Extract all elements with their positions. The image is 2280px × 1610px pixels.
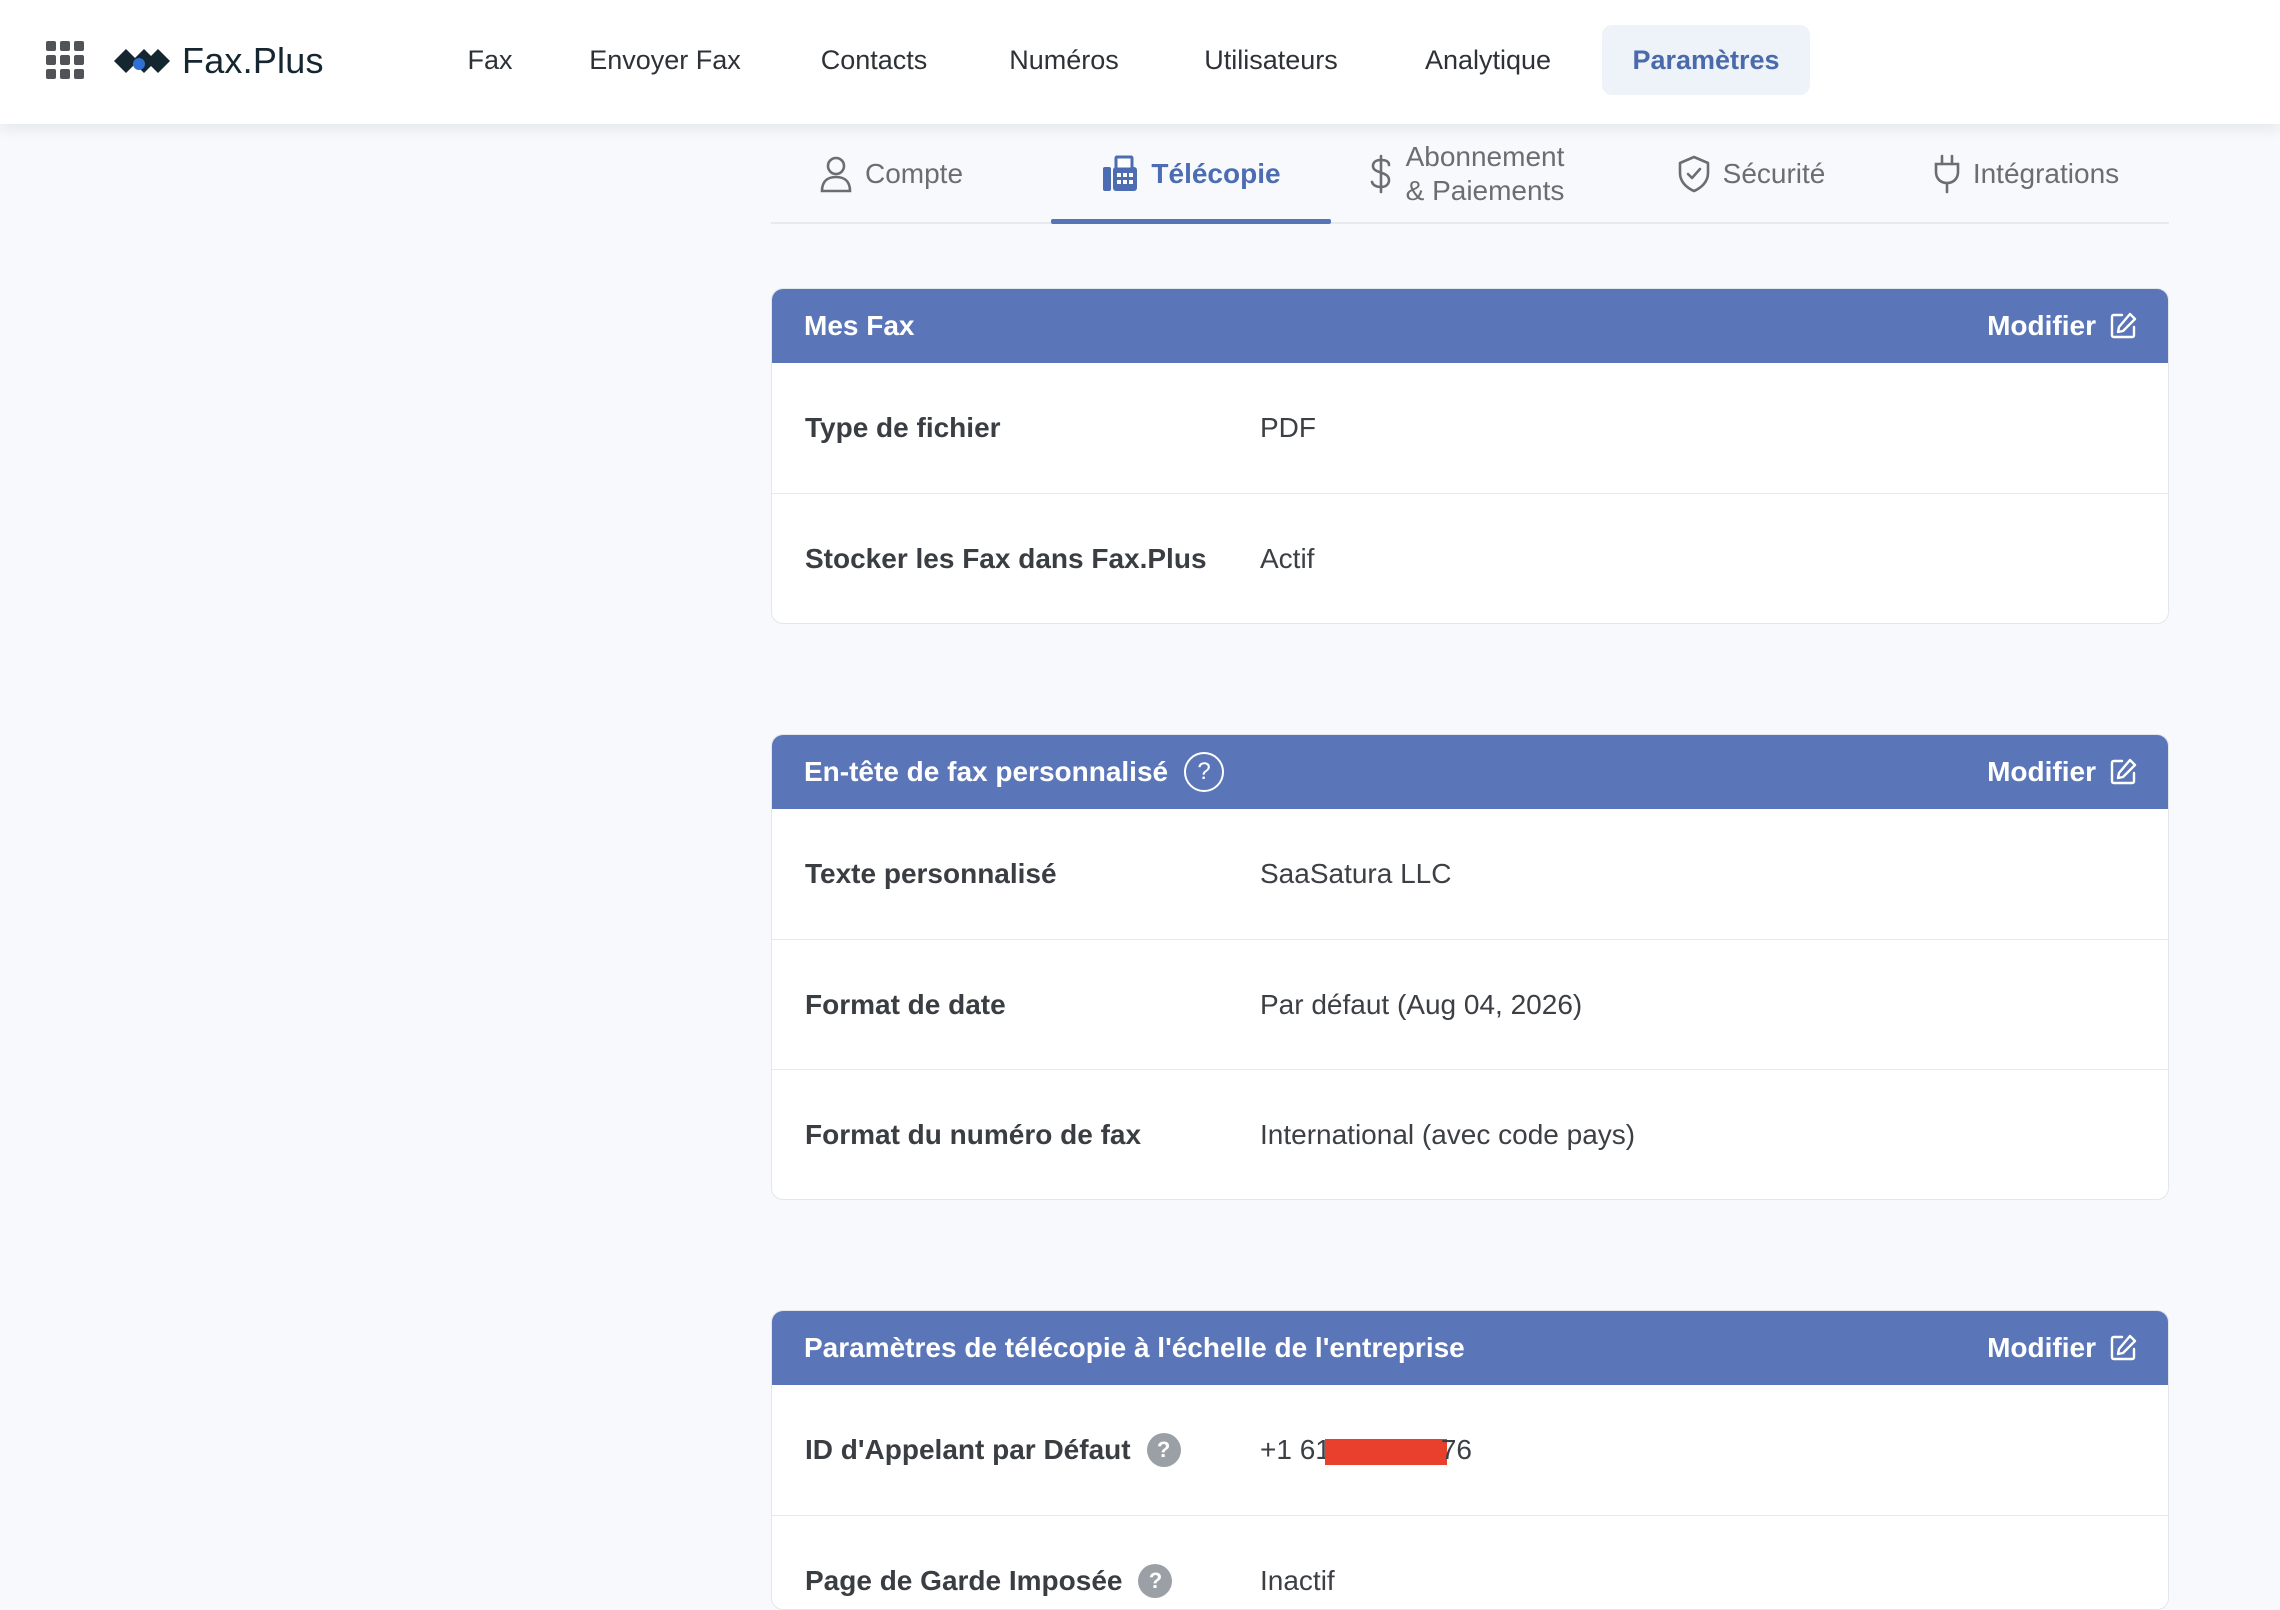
plug-icon: [1934, 154, 1960, 194]
card-mes-fax: Mes Fax Modifier Type de fichier PDF Sto…: [771, 288, 2169, 624]
tab-abonnement[interactable]: Abonnement & Paiements: [1351, 124, 1581, 224]
card-parametres-entreprise: Paramètres de télécopie à l'échelle de l…: [771, 1310, 2169, 1610]
card-header: En-tête de fax personnalisé ? Modifier: [772, 735, 2168, 809]
modify-button-label: Modifier: [1987, 310, 2096, 341]
tab-securite-label: Sécurité: [1722, 158, 1826, 189]
nav-fax[interactable]: Fax: [454, 25, 526, 95]
row-label: Type de fichier: [805, 412, 1001, 443]
modify-button[interactable]: Modifier: [1987, 310, 2138, 342]
edit-icon: [2110, 758, 2137, 785]
row-value: Par défaut (Aug 04, 2026): [1260, 988, 1583, 1020]
tab-abonnement-label-line2: & Paiements: [1405, 175, 1565, 206]
row-value: PDF: [1260, 412, 1316, 443]
modify-button-label: Modifier: [1987, 1332, 2096, 1363]
tab-telecopie-label: Télécopie: [1151, 158, 1281, 189]
logo-text: Fax.Plus: [182, 40, 324, 81]
card-title: En-tête de fax personnalisé ?: [804, 752, 1225, 792]
settings-row: Format du numéro de fax International (a…: [772, 1069, 2168, 1199]
card-title: Paramètres de télécopie à l'échelle de l…: [804, 1332, 1465, 1364]
caller-id-prefix: +1 61: [1260, 1434, 1331, 1465]
nav-analytique[interactable]: Analytique: [1410, 25, 1566, 95]
dollar-icon: [1370, 154, 1390, 194]
card-title-text: En-tête de fax personnalisé: [804, 756, 1169, 787]
settings-tabs: Compte Télécopie Abonnement & Paiements …: [771, 124, 2169, 224]
faxplus-logo-icon: [114, 49, 170, 73]
nav-numeros[interactable]: Numéros: [996, 25, 1132, 95]
nav-envoyer-fax[interactable]: Envoyer Fax: [580, 25, 750, 95]
card-title: Mes Fax: [804, 310, 915, 342]
row-label-text: Page de Garde Imposée: [805, 1564, 1123, 1596]
row-label: Format de date: [805, 988, 1006, 1020]
row-value: Inactif: [1260, 1564, 1335, 1596]
nav-parametres[interactable]: Paramètres: [1602, 25, 1810, 95]
tab-integrations[interactable]: Intégrations: [1901, 124, 2151, 224]
apps-grid-icon[interactable]: [46, 41, 84, 79]
row-label: ID d'Appelant par Défaut ?: [772, 1433, 1260, 1467]
tab-securite[interactable]: Sécurité: [1651, 124, 1851, 224]
card-title-text: Mes Fax: [804, 310, 915, 341]
card-entete-fax: En-tête de fax personnalisé ? Modifier T…: [771, 734, 2169, 1200]
settings-row: Texte personnalisé SaaSatura LLC: [772, 809, 2168, 939]
row-value: SaaSatura LLC: [1260, 858, 1452, 889]
card-header: Paramètres de télécopie à l'échelle de l…: [772, 1311, 2168, 1385]
row-value: Actif: [1260, 542, 1315, 574]
nav-contacts[interactable]: Contacts: [806, 25, 942, 95]
redaction-bar: [1324, 1438, 1447, 1465]
user-icon: [820, 156, 852, 193]
edit-icon: [2110, 1334, 2137, 1361]
tab-integrations-label: Intégrations: [1972, 158, 2120, 189]
active-tab-indicator: [1051, 219, 1331, 224]
help-circle-icon[interactable]: ?: [1184, 752, 1225, 792]
row-label: Texte personnalisé: [805, 858, 1057, 889]
question-icon[interactable]: ?: [1146, 1433, 1181, 1467]
logo[interactable]: Fax.Plus: [112, 36, 324, 86]
tab-abonnement-label-line1: Abonnement: [1405, 141, 1565, 172]
card-title-text: Paramètres de télécopie à l'échelle de l…: [804, 1332, 1465, 1363]
modify-button-label: Modifier: [1987, 756, 2096, 787]
row-value: International (avec code pays): [1260, 1118, 1636, 1150]
row-label-text: ID d'Appelant par Défaut: [805, 1434, 1131, 1465]
question-icon[interactable]: ?: [1138, 1563, 1173, 1598]
caller-id-suffix: 76: [1440, 1434, 1473, 1465]
edit-icon: [2110, 312, 2137, 339]
tab-telecopie[interactable]: Télécopie: [1051, 124, 1331, 224]
modify-button[interactable]: Modifier: [1987, 1332, 2138, 1364]
card-header: Mes Fax Modifier: [772, 289, 2168, 363]
settings-row: Format de date Par défaut (Aug 04, 2026): [772, 939, 2168, 1069]
row-label: Format du numéro de fax: [805, 1118, 1142, 1150]
row-label: Page de Garde Imposée ?: [772, 1563, 1260, 1598]
row-value: +1 61 76: [1260, 1434, 1472, 1466]
settings-row: ID d'Appelant par Défaut ? +1 61 76: [772, 1385, 2168, 1515]
tab-compte[interactable]: Compte: [791, 124, 991, 224]
fax-machine-icon: [1103, 155, 1138, 191]
shield-check-icon: [1678, 155, 1709, 193]
nav-utilisateurs[interactable]: Utilisateurs: [1188, 25, 1354, 95]
top-navigation-bar: Fax.Plus Fax Envoyer Fax Contacts Numéro…: [0, 0, 2280, 124]
settings-row: Type de fichier PDF: [772, 363, 2168, 493]
tab-compte-label: Compte: [864, 158, 964, 189]
row-label: Stocker les Fax dans Fax.Plus: [805, 542, 1207, 574]
settings-row: Stocker les Fax dans Fax.Plus Actif: [772, 493, 2168, 623]
modify-button[interactable]: Modifier: [1987, 756, 2138, 788]
